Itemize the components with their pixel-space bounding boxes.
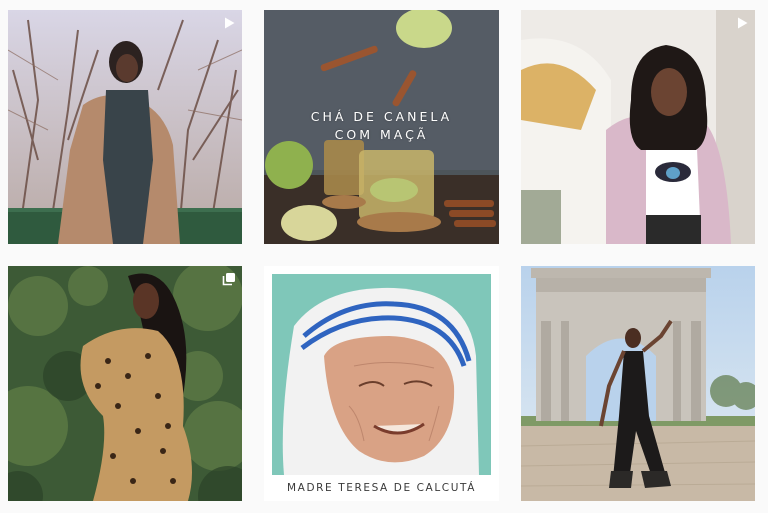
- profile-post-grid: CHÁ DE CANELA COM MAÇÃ MADRE TERESA DE C…: [0, 0, 768, 513]
- post-image-woman-eye-shirt: [521, 10, 755, 244]
- post-tile-5[interactable]: MADRE TERESA DE CALCUTÁ: [264, 266, 499, 501]
- post-overlay-title-line1: CHÁ DE CANELA: [310, 109, 453, 124]
- post-tile-2[interactable]: CHÁ DE CANELA COM MAÇÃ: [264, 10, 499, 244]
- post-overlay-title-line2: COM MAÇÃ: [334, 127, 429, 142]
- post-image-woman-arch-of-peace: [521, 266, 755, 501]
- play-icon: [735, 16, 749, 30]
- carousel-icon: [222, 272, 236, 286]
- post-tile-3[interactable]: [521, 10, 755, 244]
- post-image-woman-coat-branches: [8, 10, 242, 244]
- post-caption: MADRE TERESA DE CALCUTÁ: [264, 475, 499, 501]
- post-tile-1[interactable]: [8, 10, 242, 244]
- post-tile-4[interactable]: [8, 266, 242, 501]
- post-tile-6[interactable]: [521, 266, 755, 501]
- post-image-woman-leopard-dress: [8, 266, 242, 501]
- post-image-madre-teresa-portrait: [264, 266, 499, 501]
- play-icon: [222, 16, 236, 30]
